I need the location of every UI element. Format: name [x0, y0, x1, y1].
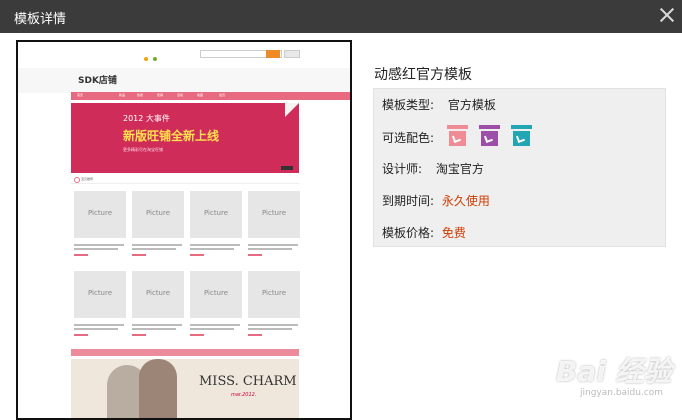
- preview-nav-item: 活动: [177, 93, 184, 97]
- preview-product-placeholder: Picture: [261, 289, 287, 297]
- preview-nav-item: 促销: [157, 93, 164, 97]
- preview-product-title: [74, 324, 124, 326]
- preview-section-icon: [74, 177, 80, 183]
- dialog-title: 模板详情: [14, 12, 67, 27]
- swatch-lid: [479, 125, 500, 129]
- preview-banner-subline: 更多精彩尽在淘宝旺铺: [123, 147, 163, 152]
- preview-model-subtitle: mar.2012.: [231, 392, 257, 398]
- price-row: 模板价格: 免费: [382, 224, 466, 241]
- template-info-box: 模板类型: 官方模板 可选配色: 设计师: 淘宝官方 到期时间: 永久使用 模板…: [373, 88, 666, 247]
- preview-product-title: [190, 324, 240, 326]
- designer-value: 淘宝官方: [435, 162, 484, 176]
- color-swatch-teal[interactable]: [511, 125, 532, 146]
- close-icon[interactable]: [656, 4, 678, 26]
- preview-product-image: Picture: [74, 271, 126, 318]
- preview-search-button: [266, 50, 280, 58]
- preview-product-title: [248, 324, 298, 326]
- preview-product-title: [132, 328, 176, 330]
- type-value: 官方模板: [447, 98, 496, 112]
- template-name: 动感红官方模板: [374, 67, 472, 83]
- preview-product-price: [248, 254, 262, 256]
- preview-model-title: MISS. CHARM: [199, 374, 297, 389]
- preview-product-title: [248, 244, 298, 246]
- dialog-titlebar: 模板详情: [0, 0, 682, 33]
- preview-model-banner: MISS. CHARM mar.2012.: [71, 359, 299, 418]
- preview-product-price: [74, 334, 88, 336]
- colors-row: 可选配色:: [382, 129, 434, 146]
- type-row: 模板类型: 官方模板: [382, 96, 496, 113]
- preview-filter-bar: [71, 349, 299, 356]
- expiry-row: 到期时间: 永久使用: [382, 192, 490, 209]
- preview-shop-name: SDK店铺: [78, 76, 117, 86]
- watermark-logo: Bai 经验: [556, 355, 672, 388]
- preview-product-placeholder: Picture: [261, 209, 287, 217]
- preview-product-title: [132, 324, 182, 326]
- watermark-url: jingyan.baidu.com: [580, 388, 664, 398]
- preview-product-title: [74, 244, 124, 246]
- template-detail-dialog: 模板详情 SDK店铺 首页 新品 热卖 促销 活动 收藏 会员 2012 大事件…: [0, 0, 682, 420]
- preview-product-title: [190, 328, 234, 330]
- type-label: 模板类型:: [382, 98, 435, 112]
- price-value: 免费: [441, 226, 466, 240]
- preview-secondary-button: [284, 50, 300, 58]
- preview-product-image: Picture: [190, 271, 242, 318]
- swatch-lid: [511, 125, 532, 129]
- preview-product-title: [132, 244, 182, 246]
- preview-product-placeholder: Picture: [203, 289, 229, 297]
- preview-product-price: [190, 334, 204, 336]
- preview-product-image: Picture: [190, 191, 242, 238]
- preview-product-placeholder: Picture: [145, 209, 171, 217]
- preview-model-figure: [139, 359, 177, 418]
- preview-product-price: [132, 334, 146, 336]
- preview-product-title: [248, 248, 292, 250]
- preview-product-title: [190, 244, 240, 246]
- color-swatch-purple[interactable]: [479, 125, 500, 146]
- swatch-lid: [447, 125, 468, 129]
- template-preview[interactable]: SDK店铺 首页 新品 热卖 促销 活动 收藏 会员 2012 大事件 新版旺铺…: [16, 40, 352, 420]
- preview-banner-pager: [281, 166, 293, 170]
- preview-header: [18, 68, 350, 93]
- designer-row: 设计师: 淘宝官方: [382, 160, 484, 177]
- preview-product-image: Picture: [132, 271, 184, 318]
- preview-product-title: [248, 328, 292, 330]
- preview-product-title: [132, 248, 176, 250]
- preview-banner-line1: 2012 大事件: [123, 114, 170, 123]
- preview-nav-item: 新品: [119, 93, 126, 97]
- preview-section-label: 宝贝推荐: [81, 177, 94, 181]
- preview-product-image: Picture: [248, 271, 300, 318]
- preview-product-title: [74, 248, 118, 250]
- price-label: 模板价格:: [382, 226, 435, 240]
- preview-logo-icon: [144, 57, 148, 61]
- preview-product-price: [248, 334, 262, 336]
- preview-logo-icon: [153, 57, 157, 61]
- preview-product-title: [190, 248, 234, 250]
- preview-banner: 2012 大事件 新版旺铺全新上线 更多精彩尽在淘宝旺铺: [71, 103, 299, 173]
- preview-product-title: [74, 328, 118, 330]
- preview-product-price: [74, 254, 88, 256]
- colors-label: 可选配色:: [382, 131, 435, 145]
- preview-banner-headline: 新版旺铺全新上线: [123, 129, 220, 143]
- preview-product-price: [190, 254, 204, 256]
- preview-nav-item: 会员: [219, 93, 226, 97]
- preview-banner-fold: [285, 103, 299, 117]
- preview-product-image: Picture: [132, 191, 184, 238]
- preview-nav-item: 收藏: [197, 93, 204, 97]
- preview-product-placeholder: Picture: [87, 289, 113, 297]
- expiry-label: 到期时间:: [382, 194, 435, 208]
- color-swatch-pink[interactable]: [447, 125, 468, 146]
- preview-product-image: Picture: [74, 191, 126, 238]
- preview-nav-item: 首页: [77, 93, 84, 97]
- preview-product-placeholder: Picture: [203, 209, 229, 217]
- preview-product-price: [132, 254, 146, 256]
- designer-label: 设计师:: [382, 162, 423, 176]
- preview-nav-item: 热卖: [137, 93, 144, 97]
- preview-product-placeholder: Picture: [145, 289, 171, 297]
- preview-product-image: Picture: [248, 191, 300, 238]
- expiry-value: 永久使用: [441, 194, 490, 208]
- preview-nav: 首页 新品 热卖 促销 活动 收藏 会员: [71, 92, 350, 100]
- preview-product-placeholder: Picture: [87, 209, 113, 217]
- preview-section-bar: 宝贝推荐: [71, 176, 299, 184]
